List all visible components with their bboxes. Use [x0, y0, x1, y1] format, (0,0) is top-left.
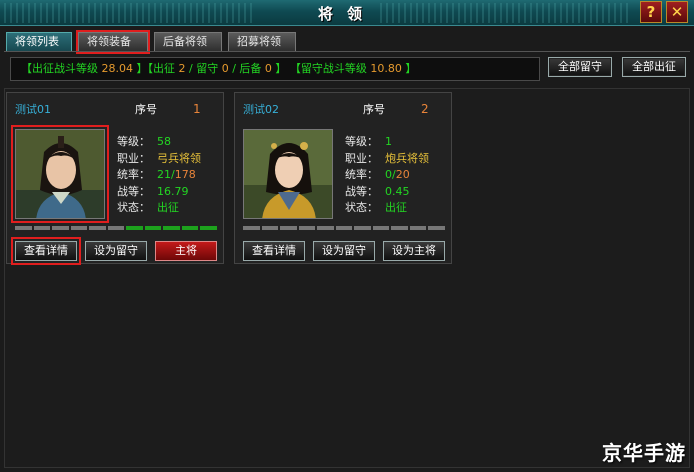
segment — [33, 226, 51, 230]
set-stay-button[interactable]: 设为留守 — [85, 241, 147, 261]
segment — [261, 226, 279, 230]
status-text: / 后备 — [228, 62, 265, 75]
set-stay-button[interactable]: 设为留守 — [313, 241, 375, 261]
job-value: 弓兵将领 — [157, 151, 201, 165]
lead-max: 20 — [395, 168, 410, 181]
status-text: 】 【留守战斗等级 — [271, 62, 371, 75]
view-details-button[interactable]: 查看详情 — [243, 241, 305, 261]
level-label: 等级： — [345, 135, 378, 148]
progress-segments — [243, 226, 446, 230]
segment — [163, 226, 180, 230]
general-card: 测试02 序号 2 等级： 1 职业： 炮兵将领 统率： 0/20 战等： 0.45 状… — [234, 92, 452, 264]
segment — [126, 226, 143, 230]
tab-divider — [4, 51, 690, 52]
progress-segments — [15, 226, 218, 230]
status-text: 】【出征 — [133, 62, 179, 75]
segment — [144, 226, 162, 230]
lead-max: 178 — [174, 168, 196, 181]
status-text: 【出征战斗等级 — [21, 62, 102, 75]
segment — [335, 226, 353, 230]
segment — [409, 226, 427, 230]
stay-count: 0 — [221, 62, 229, 75]
segment — [200, 226, 218, 230]
level-value: 58 — [157, 135, 171, 148]
lead-label: 统率： — [117, 168, 150, 181]
close-button[interactable]: ✕ — [666, 1, 688, 23]
combat-value: 16.79 — [157, 184, 189, 198]
state-value: 出征 — [157, 201, 179, 214]
job-value: 炮兵将领 — [385, 151, 429, 165]
set-main-general-button[interactable]: 设为主将 — [383, 241, 445, 261]
general-card: 测试01 序号 1 等级： 58 职业： 弓兵将领 统率： 21/178 战等： 16.… — [6, 92, 224, 265]
main-general-button[interactable]: 主将 — [155, 241, 217, 261]
lead-current: 0 — [385, 168, 392, 181]
out-battle-level: 28.04 — [101, 62, 134, 75]
segment — [15, 226, 32, 230]
segment — [391, 226, 408, 230]
battle-status-bar: 【出征战斗等级 28.04 】【出征 2 / 留守 0 / 后备 0 】 【留守… — [10, 57, 540, 81]
window-title: 将领 — [317, 5, 376, 23]
segment — [181, 226, 199, 230]
view-details-button[interactable]: 查看详情 — [11, 237, 81, 265]
segment — [317, 226, 334, 230]
combat-label: 战等： — [117, 184, 150, 198]
general-stats: 等级： 58 职业： 弓兵将领 统率： 21/178 战等： 16.79 状态： 出征 — [117, 133, 201, 216]
out-count: 2 — [178, 62, 186, 75]
seq-number: 2 — [421, 102, 429, 116]
segment — [107, 226, 125, 230]
combat-value: 0.45 — [385, 184, 410, 198]
level-value: 1 — [385, 135, 392, 148]
status-text: 】 — [401, 62, 417, 75]
status-text: / 留守 — [185, 62, 222, 75]
combat-label: 战等： — [345, 184, 378, 198]
segment — [372, 226, 390, 230]
tab-general-list[interactable]: 将领列表 — [6, 32, 72, 52]
tab-general-equipment[interactable]: 将领装备 — [76, 30, 150, 54]
state-label: 状态： — [345, 201, 378, 214]
general-portrait[interactable] — [243, 129, 333, 219]
job-label: 职业： — [345, 151, 378, 165]
segment — [243, 226, 260, 230]
seq-label: 序号 — [363, 103, 385, 116]
title-bar: 将领 ? ✕ — [0, 0, 694, 26]
general-portrait[interactable] — [11, 125, 109, 223]
all-out-button[interactable]: 全部出征 — [622, 57, 686, 77]
general-name: 测试02 — [243, 103, 279, 116]
general-name: 测试01 — [15, 103, 51, 116]
seq-label: 序号 — [135, 103, 157, 116]
tab-reserve-generals[interactable]: 后备将领 — [154, 32, 222, 52]
general-stats: 等级： 1 职业： 炮兵将领 统率： 0/20 战等： 0.45 状态： 出征 — [345, 133, 429, 216]
segment — [52, 226, 69, 230]
lead-label: 统率： — [345, 168, 378, 181]
segment — [428, 226, 446, 230]
all-stay-button[interactable]: 全部留守 — [548, 57, 612, 77]
segment — [298, 226, 316, 230]
segment — [354, 226, 371, 230]
watermark: 京华手游 — [602, 441, 686, 465]
segment — [280, 226, 297, 230]
segment — [70, 226, 88, 230]
seq-number: 1 — [193, 102, 201, 116]
state-label: 状态： — [117, 201, 150, 214]
lead-current: 21 — [157, 168, 171, 181]
reserve-count: 0 — [264, 62, 272, 75]
job-label: 职业： — [117, 151, 150, 165]
stay-battle-level: 10.80 — [370, 62, 402, 75]
help-button[interactable]: ? — [640, 1, 662, 23]
state-value: 出征 — [385, 201, 407, 214]
tab-recruit-generals[interactable]: 招募将领 — [228, 32, 296, 52]
segment — [89, 226, 106, 230]
level-label: 等级： — [117, 135, 150, 148]
